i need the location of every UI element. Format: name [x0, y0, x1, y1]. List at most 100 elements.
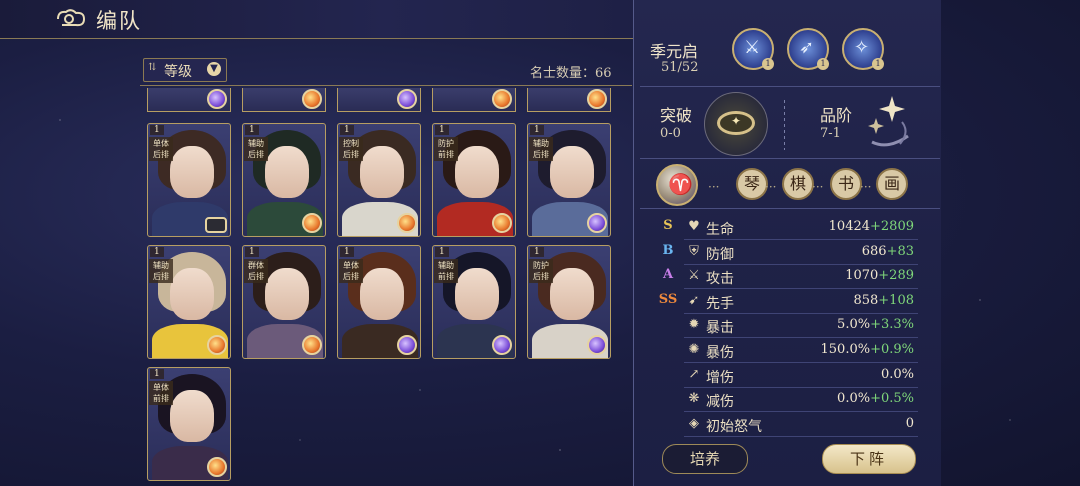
stat-base-value: 858: [853, 292, 879, 308]
hero-card-partial[interactable]: [147, 88, 231, 112]
stat-value: 5.0%+3.3%: [837, 317, 914, 332]
skill-glyph: ⚔: [744, 37, 761, 58]
stat-icon: ❋: [688, 391, 700, 407]
hero-level-badge: 1: [245, 125, 259, 135]
portrait-face: [455, 268, 499, 320]
hero-card[interactable]: 1 辅助 后排: [527, 123, 611, 237]
skill-glyph: ➶: [799, 37, 815, 58]
hero-name: 季元启: [650, 42, 699, 61]
hero-level-badge: 1: [435, 247, 449, 257]
hero-role-tag: 群体 后排: [244, 259, 268, 283]
fire-element-icon: [207, 457, 227, 477]
hero-level: 51/52: [661, 60, 699, 75]
stat-name: 减伤: [706, 394, 734, 411]
stat-icon: ↗: [688, 366, 700, 382]
hero-card[interactable]: 1 防护 后排: [527, 245, 611, 359]
stat-value: 0.0%+0.5%: [837, 391, 914, 406]
stat-value: 0.0%: [881, 367, 914, 382]
remove-from-team-button[interactable]: 下阵: [822, 444, 916, 474]
stat-bonus-value: +108: [878, 292, 914, 308]
stat-icon: ✹: [688, 317, 700, 333]
hero-card-partial[interactable]: [242, 88, 326, 112]
stat-rank-badge: B: [662, 242, 674, 258]
art-slot-2[interactable]: 棋: [782, 168, 814, 200]
stat-rank-badge: SS: [658, 291, 678, 307]
hero-level-badge: 1: [530, 247, 544, 257]
breakthrough-label: 突破: [660, 106, 693, 125]
grade-value: 7-1: [820, 126, 841, 141]
stat-bonus-value: +289: [878, 268, 914, 284]
connector-dots: ···: [860, 180, 872, 194]
stat-row: ❋ 减伤 0.0%+0.5%: [656, 388, 918, 413]
chevron-down-icon: ▼: [207, 62, 221, 76]
portrait-face: [550, 146, 594, 198]
goat-icon: ♈: [668, 172, 693, 196]
hero-card[interactable]: 1 辅助 前排: [432, 245, 516, 359]
hero-card-partial[interactable]: [432, 88, 516, 112]
hero-card[interactable]: 1 辅助 后排: [242, 123, 326, 237]
stat-row: ✹ 暴击 5.0%+3.3%: [656, 314, 918, 339]
stat-name: 先手: [706, 295, 734, 312]
skill-level-badge: 1: [872, 58, 884, 70]
sort-dropdown[interactable]: ⇅ 等级 ▼: [143, 58, 227, 82]
stat-name: 增伤: [706, 369, 734, 386]
stat-row: A ⚔ 攻击 1070+289: [656, 265, 918, 290]
hero-card[interactable]: 1 单体 前排: [147, 367, 231, 481]
fire-element-icon: [397, 213, 417, 233]
stat-icon: ⚔: [688, 268, 700, 284]
stat-bonus-value: +0.5%: [870, 391, 914, 407]
fire-element-icon: [302, 213, 322, 233]
portrait-face: [170, 268, 214, 320]
fire-element-icon: [302, 89, 322, 109]
hero-card[interactable]: 1 群体 后排: [242, 245, 326, 359]
blade-burst-icon[interactable]: ✧ 1: [842, 28, 884, 70]
fire-element-icon: [207, 335, 227, 355]
hero-card-partial[interactable]: [527, 88, 611, 112]
portrait-face: [360, 146, 404, 198]
portrait-face: [265, 268, 309, 320]
stat-value: 1070+289: [845, 268, 914, 283]
hero-card[interactable]: 1 单体 后排: [147, 123, 231, 237]
hero-card[interactable]: 1 防护 前排: [432, 123, 516, 237]
stat-bonus-value: +0.9%: [870, 342, 914, 357]
arcane-element-icon: [492, 335, 512, 355]
hero-role-tag: 单体 后排: [149, 137, 173, 161]
stat-base-value: 0.0%: [837, 391, 871, 407]
stat-icon: ✺: [688, 342, 700, 357]
stat-value: 858+108: [853, 293, 914, 308]
arcane-element-icon: [397, 89, 417, 109]
cloud-swirl-back-icon[interactable]: [54, 7, 88, 31]
breakthrough-value: 0-0: [660, 126, 681, 141]
hero-level-badge: 1: [150, 247, 164, 257]
stat-bonus-value: +3.3%: [870, 317, 914, 333]
portrait-face: [170, 146, 214, 198]
hero-card-partial[interactable]: [337, 88, 421, 112]
train-button[interactable]: 培养: [662, 444, 748, 474]
breakthrough-emblem-icon[interactable]: ✦: [704, 92, 768, 156]
arcane-element-icon: [397, 335, 417, 355]
sword-slash-icon[interactable]: ⚔ 1: [732, 28, 774, 70]
stat-value: 0: [906, 416, 914, 431]
bow-swirl-icon[interactable]: ➶ 1: [787, 28, 829, 70]
pet-avatar[interactable]: ♈: [656, 164, 698, 206]
grade-sparkle-icon[interactable]: [862, 92, 914, 154]
sort-arrows-icon: ⇅: [148, 62, 157, 73]
stat-icon: ➹: [688, 292, 700, 308]
stat-bonus-value: +83: [886, 243, 914, 259]
stat-rank-badge: S: [663, 218, 673, 233]
art-slot-4[interactable]: 画: [876, 168, 908, 200]
hero-card[interactable]: 1 辅助 后排: [147, 245, 231, 359]
grade-label: 品阶: [820, 106, 853, 125]
hero-level-badge: 1: [435, 125, 449, 135]
skill-glyph: ✧: [854, 37, 870, 58]
hero-card[interactable]: 1 单体 后排: [337, 245, 421, 359]
portrait-face: [170, 390, 214, 442]
stat-row: ✺ 暴伤 150.0%+0.9%: [656, 339, 918, 363]
stat-icon: ♥: [688, 219, 700, 234]
connector-dots: ···: [765, 180, 777, 194]
hero-level-badge: 1: [150, 369, 164, 379]
art-slot-1[interactable]: 琴: [736, 168, 768, 200]
art-slot-3[interactable]: 书: [830, 168, 862, 200]
hero-card[interactable]: 1 控制 后排: [337, 123, 421, 237]
portrait-face: [455, 146, 499, 198]
